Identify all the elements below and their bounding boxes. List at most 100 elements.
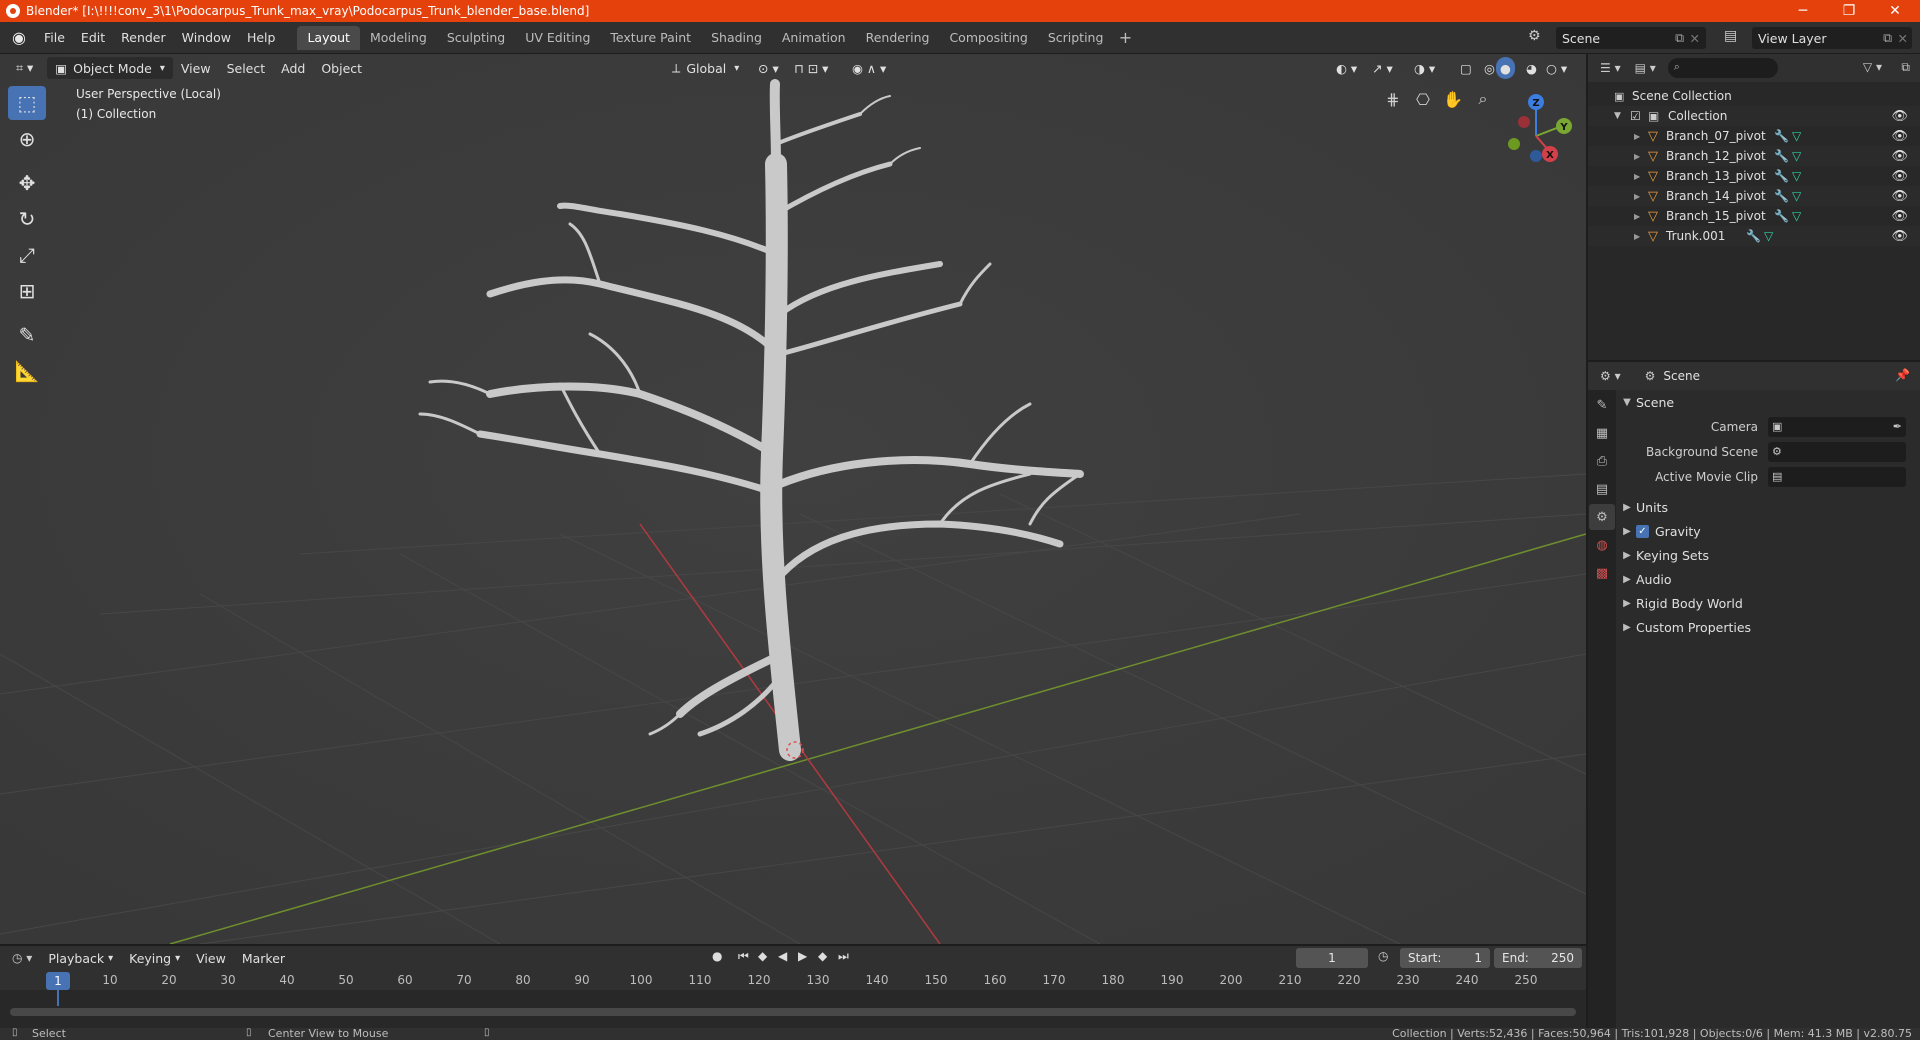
audio-section-header[interactable]: ▶ Audio bbox=[1618, 567, 1920, 591]
tab-layout[interactable]: Layout bbox=[297, 25, 360, 50]
jump-start-icon[interactable]: ⏮ bbox=[738, 949, 749, 964]
tab-modeling[interactable]: Modeling bbox=[360, 26, 437, 50]
tool-tab-icon[interactable]: ✎ bbox=[1589, 392, 1615, 418]
new-collection-icon[interactable]: ⧉ bbox=[1901, 60, 1910, 75]
proportional-edit-icon[interactable]: ◉ ∧ ▾ bbox=[844, 57, 894, 79]
editor-type-button[interactable]: ⌗ ▾ bbox=[8, 57, 41, 79]
mesh-data-icon[interactable]: ▽ bbox=[1792, 189, 1801, 203]
viewport-menu-object[interactable]: Object bbox=[313, 57, 370, 79]
gravity-section-header[interactable]: ▶ ✓ Gravity bbox=[1618, 519, 1920, 543]
preview-range-icon[interactable]: ◷ bbox=[1378, 949, 1388, 963]
play-icon[interactable]: ▶ bbox=[798, 949, 807, 963]
current-frame-field[interactable]: 1 bbox=[1296, 948, 1368, 968]
expand-arrow-icon[interactable]: ▶ bbox=[1634, 212, 1648, 221]
display-mode-icon[interactable]: ▤ ▾ bbox=[1635, 61, 1656, 75]
select-box-tool-icon[interactable]: ⬚ bbox=[8, 86, 46, 120]
menu-render[interactable]: Render bbox=[113, 22, 174, 54]
scene-icon[interactable]: ⚙ bbox=[1528, 28, 1541, 44]
overlays-icon[interactable]: ◑ ▾ bbox=[1406, 57, 1443, 79]
toggle-grid-icon[interactable]: ⋕ bbox=[1380, 86, 1406, 112]
gravity-checkbox[interactable]: ✓ bbox=[1636, 524, 1649, 538]
snap-icon[interactable]: ⊓ ⊡ ▾ bbox=[786, 57, 836, 79]
scene-tab-icon[interactable]: ⚙ bbox=[1589, 504, 1615, 530]
end-frame-field[interactable]: End: 250 bbox=[1494, 948, 1582, 968]
expand-arrow-icon[interactable]: ▶ bbox=[1634, 172, 1648, 181]
mode-selector[interactable]: ▣ Object Mode ▾ bbox=[47, 57, 173, 79]
expand-arrow-icon[interactable]: ▶ bbox=[1634, 232, 1648, 241]
gizmo-toggle-icon[interactable]: ↗ ▾ bbox=[1364, 57, 1401, 79]
viewport-menu-view[interactable]: View bbox=[173, 57, 219, 79]
mesh-data-icon[interactable]: ▽ bbox=[1792, 129, 1801, 143]
timeline-menu-marker[interactable]: Marker bbox=[234, 947, 293, 969]
mesh-data-icon[interactable]: ▽ bbox=[1764, 229, 1773, 243]
prev-keyframe-icon[interactable]: ◆ bbox=[758, 949, 767, 963]
pivot-point-icon[interactable]: ⊙ ▾ bbox=[750, 57, 787, 79]
viewport-menu-add[interactable]: Add bbox=[273, 57, 313, 79]
scene-selector[interactable]: Scene ⧉ ✕ bbox=[1556, 27, 1706, 49]
filter-icon[interactable]: ▽ ▾ bbox=[1863, 60, 1882, 74]
measure-tool-icon[interactable]: 📐 bbox=[8, 354, 46, 388]
active-movie-clip-field[interactable]: ▤ bbox=[1768, 466, 1906, 487]
visibility-icon[interactable]: ◐ ▾ bbox=[1328, 57, 1365, 79]
view-layer-selector[interactable]: View Layer ⧉ ✕ bbox=[1752, 27, 1912, 49]
keying-sets-section-header[interactable]: ▶ Keying Sets bbox=[1618, 543, 1920, 567]
visibility-eye-icon[interactable]: 👁 bbox=[1891, 209, 1908, 224]
visibility-eye-icon[interactable]: 👁 bbox=[1891, 189, 1908, 204]
transform-orientation-selector[interactable]: ⟂ Global ▾ bbox=[664, 57, 747, 79]
solid-shading-icon[interactable]: ● bbox=[1496, 57, 1515, 79]
outliner-row-object[interactable]: ▶ ▽ Trunk.001 🔧 ▽ 👁 bbox=[1588, 226, 1920, 246]
move-tool-icon[interactable]: ✥ bbox=[8, 166, 46, 200]
remove-view-layer-icon[interactable]: ✕ bbox=[1898, 31, 1908, 46]
mesh-data-icon[interactable]: ▽ bbox=[1792, 209, 1801, 223]
expand-arrow-icon[interactable]: ▶ bbox=[1634, 192, 1648, 201]
outliner-row-object[interactable]: ▶ ▽ Branch_12_pivot 🔧 ▽ 👁 bbox=[1588, 146, 1920, 166]
cursor-tool-icon[interactable]: ⊕ bbox=[8, 122, 46, 156]
visibility-eye-icon[interactable]: 👁 bbox=[1891, 109, 1908, 124]
outliner-row-scene-collection[interactable]: ▣ Scene Collection bbox=[1588, 86, 1920, 106]
minimize-button[interactable]: ─ bbox=[1780, 0, 1826, 22]
rigid-body-world-section-header[interactable]: ▶ Rigid Body World bbox=[1618, 591, 1920, 615]
units-section-header[interactable]: ▶ Units bbox=[1618, 495, 1920, 519]
outliner-search-input[interactable]: ⌕ bbox=[1667, 58, 1778, 78]
menu-edit[interactable]: Edit bbox=[73, 22, 113, 54]
modifier-wrench-icon[interactable]: 🔧 bbox=[1774, 209, 1792, 223]
outliner-row-collection[interactable]: ▼ ☑ ▣ Collection 👁 bbox=[1588, 106, 1920, 126]
duplicate-view-layer-icon[interactable]: ⧉ bbox=[1883, 30, 1892, 46]
modifier-wrench-icon[interactable]: 🔧 bbox=[1774, 189, 1792, 203]
menu-help[interactable]: Help bbox=[239, 22, 284, 54]
modifier-wrench-icon[interactable]: 🔧 bbox=[1774, 169, 1792, 183]
tab-rendering[interactable]: Rendering bbox=[856, 26, 940, 50]
outliner-row-object[interactable]: ▶ ▽ Branch_07_pivot 🔧 ▽ 👁 bbox=[1588, 126, 1920, 146]
rotate-tool-icon[interactable]: ↻ bbox=[8, 202, 46, 236]
frame-ruler[interactable]: 10 20 30 40 50 60 70 80 90 100 110 120 1… bbox=[0, 970, 1586, 990]
expand-arrow-icon[interactable]: ▶ bbox=[1634, 132, 1648, 141]
menu-file[interactable]: File bbox=[36, 22, 73, 54]
modifier-wrench-icon[interactable]: 🔧 bbox=[1774, 129, 1792, 143]
3d-viewport[interactable]: ⌗ ▾ ▣ Object Mode ▾ View Select Add Obje… bbox=[0, 54, 1586, 944]
checkbox-icon[interactable]: ☑ bbox=[1630, 109, 1648, 123]
transform-tool-icon[interactable]: ⊞ bbox=[8, 274, 46, 308]
visibility-eye-icon[interactable]: 👁 bbox=[1891, 169, 1908, 184]
remove-scene-icon[interactable]: ✕ bbox=[1690, 31, 1700, 46]
jump-end-icon[interactable]: ⏭ bbox=[838, 949, 849, 964]
tab-sculpting[interactable]: Sculpting bbox=[437, 26, 515, 50]
camera-view-icon[interactable]: ⎔ bbox=[1410, 86, 1436, 112]
modifier-wrench-icon[interactable]: 🔧 bbox=[1774, 149, 1792, 163]
close-button[interactable]: ✕ bbox=[1872, 0, 1918, 22]
mesh-data-icon[interactable]: ▽ bbox=[1792, 149, 1801, 163]
timeline-menu-keying[interactable]: Keying ▾ bbox=[121, 947, 188, 969]
custom-properties-section-header[interactable]: ▶ Custom Properties bbox=[1618, 615, 1920, 639]
modifier-wrench-icon[interactable]: 🔧 bbox=[1746, 229, 1764, 243]
view-layer-tab-icon[interactable]: ▤ bbox=[1589, 476, 1615, 502]
pin-icon[interactable]: 📌 bbox=[1895, 368, 1910, 382]
navigation-gizmo[interactable]: Z Y X bbox=[1494, 84, 1584, 174]
duplicate-scene-icon[interactable]: ⧉ bbox=[1675, 30, 1684, 46]
pan-view-icon[interactable]: ✋ bbox=[1440, 86, 1466, 112]
tab-shading[interactable]: Shading bbox=[701, 26, 772, 50]
mesh-data-icon[interactable]: ▽ bbox=[1792, 169, 1801, 183]
camera-field[interactable]: ▣ ✒ bbox=[1768, 416, 1906, 437]
blender-logo-icon[interactable]: ◉ bbox=[10, 28, 28, 47]
timeline-menu-playback[interactable]: Playback ▾ bbox=[40, 947, 121, 969]
add-workspace-button[interactable]: + bbox=[1113, 28, 1137, 47]
timeline-menu-view[interactable]: View bbox=[188, 947, 234, 969]
